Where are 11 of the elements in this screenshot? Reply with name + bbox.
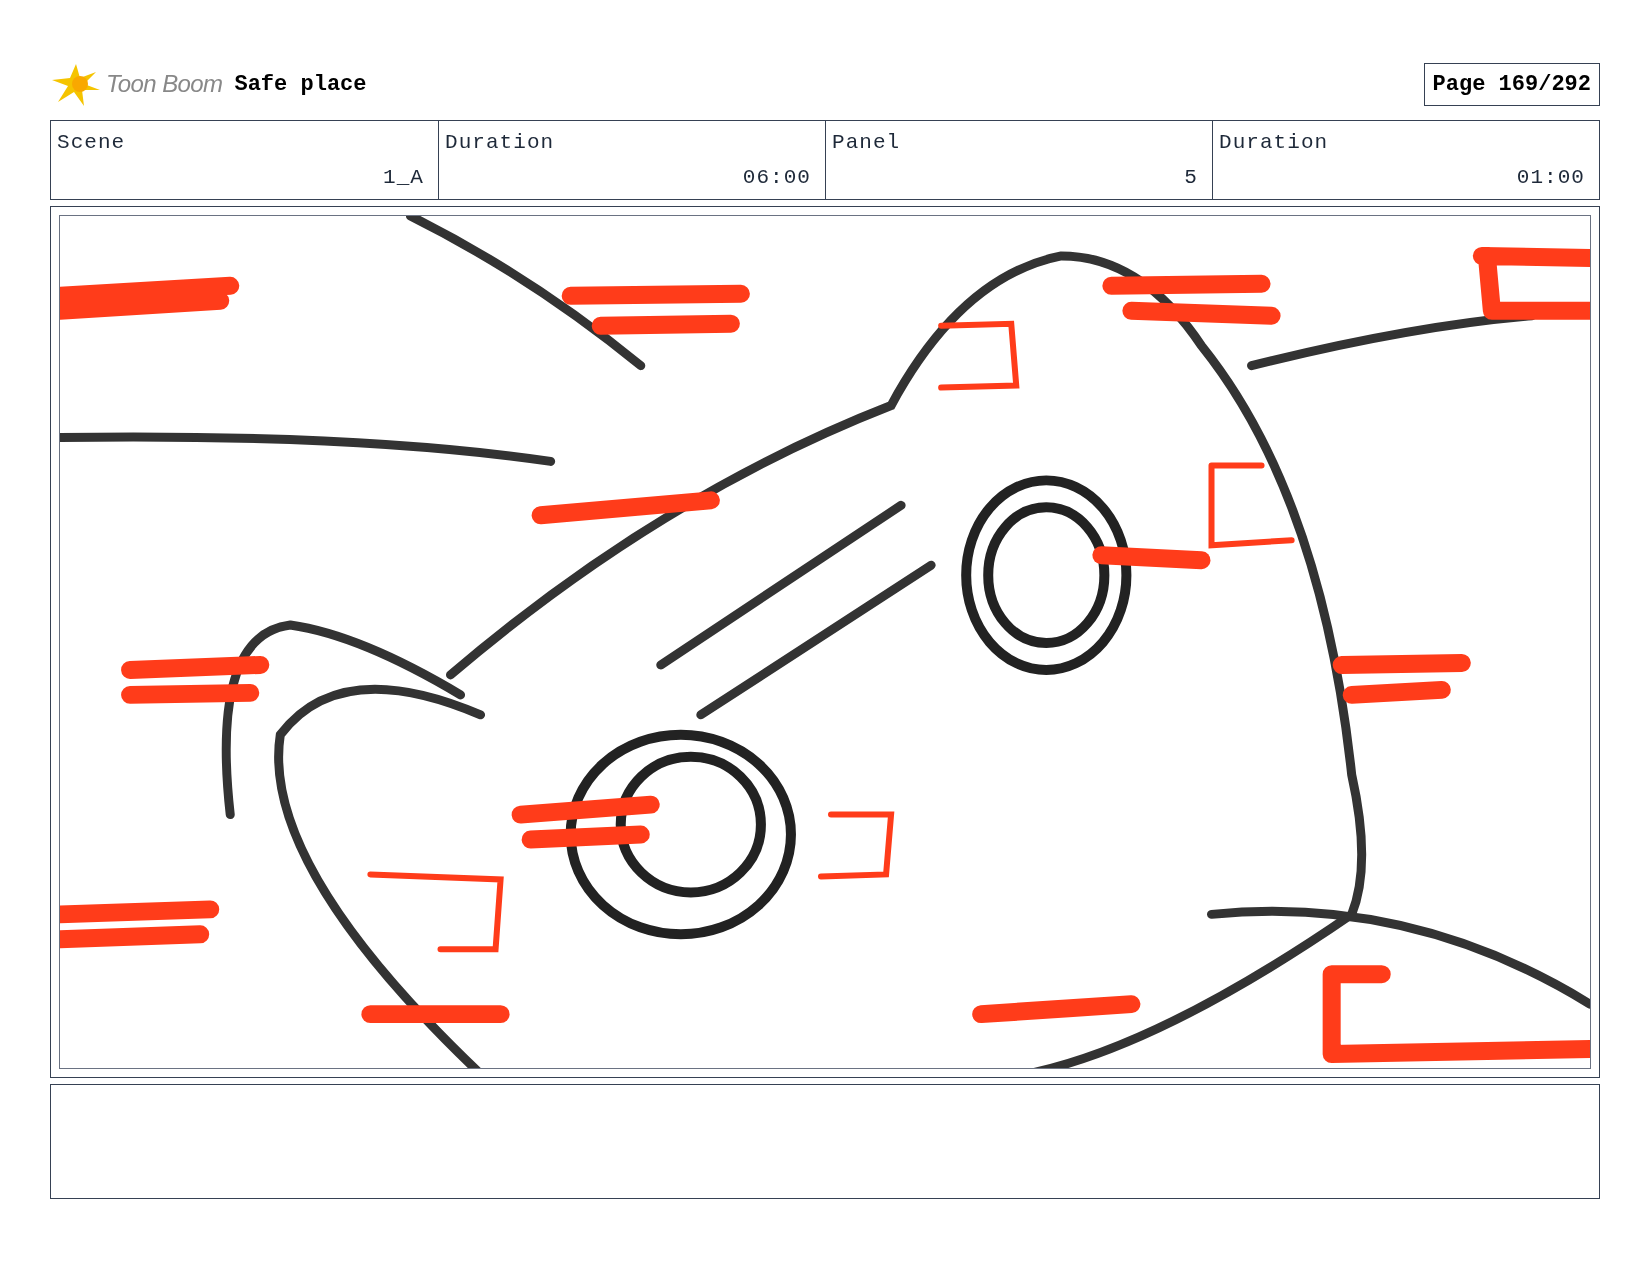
field-label: Scene (57, 130, 127, 156)
field-value: 06:00 (742, 164, 811, 191)
storyboard-title: Safe place (234, 70, 367, 99)
page-number: Page 169/292 (1423, 62, 1600, 106)
field-value: 5 (1184, 164, 1198, 191)
field-label: Duration (445, 130, 556, 156)
field-value: 01:00 (1516, 164, 1585, 191)
field-value: 1_A (383, 164, 424, 191)
field-label: Panel (832, 130, 902, 156)
logo-text: Toon Boom (106, 69, 223, 99)
field-label: Duration (1219, 130, 1330, 156)
